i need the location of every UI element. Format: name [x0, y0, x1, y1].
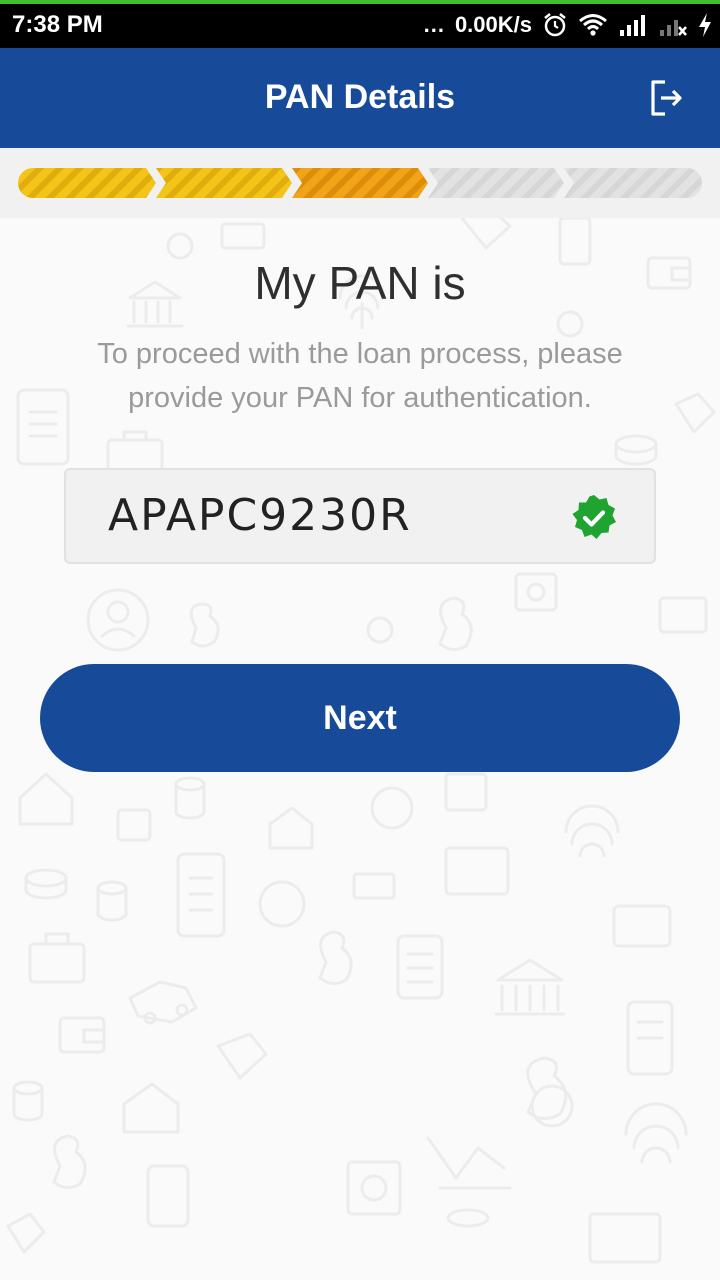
pos-terminal-icon [146, 934, 444, 1228]
signal-icon [620, 15, 645, 36]
app-bar: PAN Details [0, 48, 720, 148]
status-time: 7:38 PM [12, 11, 103, 38]
progress-step-3 [292, 168, 428, 198]
progress-step-1 [18, 168, 156, 198]
pan-value[interactable]: APAPC9230R [108, 490, 412, 541]
network-speed: 0.00K/s [454, 12, 532, 37]
step-progress-bar [18, 168, 702, 198]
progress-step-5 [564, 168, 702, 198]
form-heading: My PAN is [254, 257, 466, 309]
pan-input-field[interactable]: APAPC9230R [64, 468, 656, 564]
user-circle-icon [86, 588, 150, 652]
next-button[interactable]: Next [40, 664, 680, 772]
car-icon [128, 980, 198, 1025]
status-bar: 7:38 PM ... 0.00K/s [0, 0, 720, 48]
status-indicators: ... 0.00K/s [424, 9, 712, 41]
page-title: PAN Details [264, 78, 456, 116]
chart-icon [426, 1136, 512, 1190]
progress-step-4 [428, 168, 564, 198]
progress-step-2 [156, 168, 292, 198]
form-subtext: To proceed with the loan process, please… [97, 338, 623, 414]
wifi-icon [579, 14, 607, 36]
charging-icon [699, 13, 711, 37]
house-icon [18, 772, 314, 1134]
progress-strip [0, 148, 720, 218]
signal-no-sim-icon [660, 20, 687, 36]
status-overflow: ... [423, 12, 445, 37]
logout-icon[interactable] [648, 78, 684, 118]
verified-check-icon [572, 495, 616, 539]
alarm-icon [544, 13, 566, 37]
status-accent-line [0, 0, 720, 4]
